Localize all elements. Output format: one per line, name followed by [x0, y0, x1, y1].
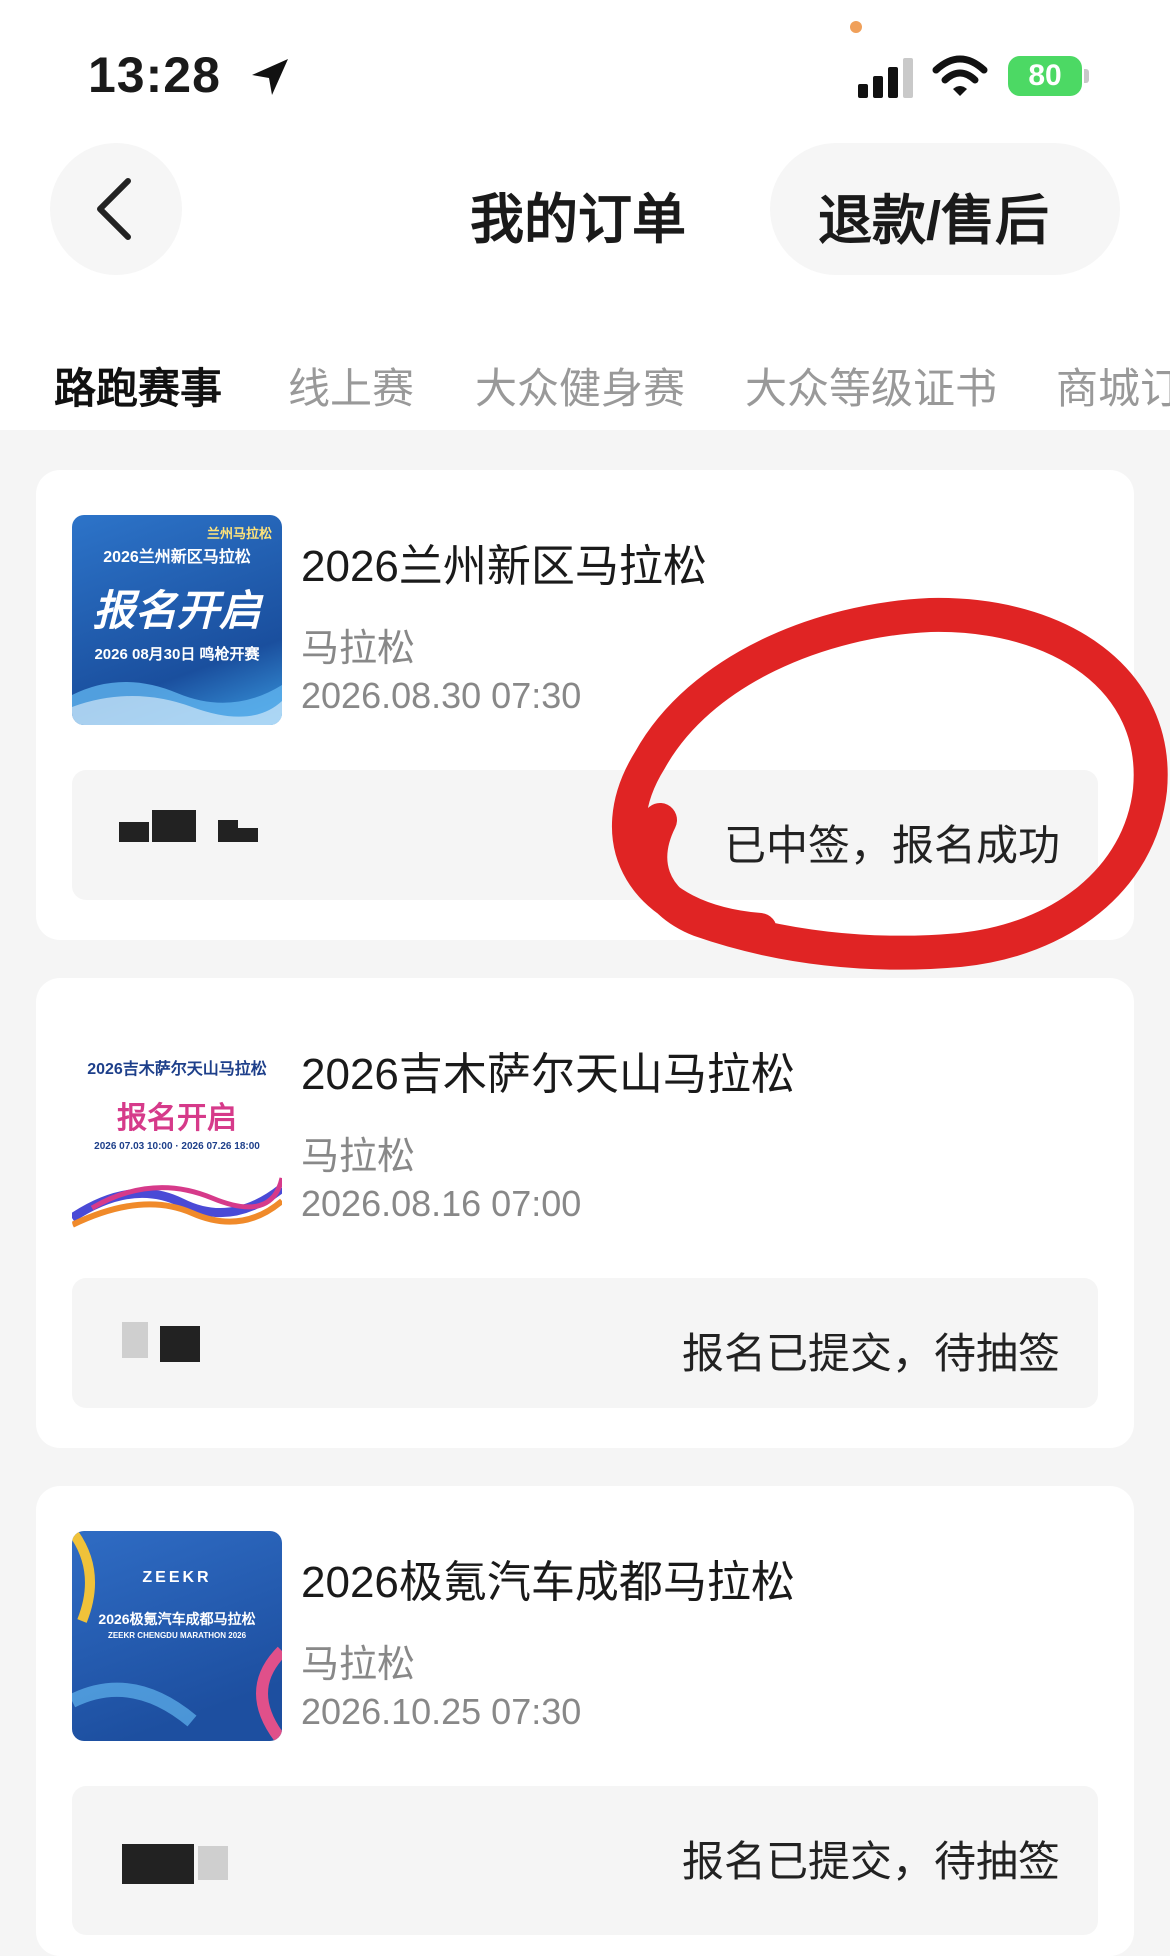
poster-heading: 2026兰州新区马拉松: [103, 549, 251, 566]
location-arrow-icon: [252, 59, 288, 95]
event-title: 2026吉木萨尔天山马拉松: [301, 1050, 795, 1099]
page-title: 我的订单: [470, 190, 686, 250]
tab-public-fitness[interactable]: 大众健身赛: [475, 355, 685, 416]
poster-sub-text: 2026 07.03 10:00 · 2026 07.26 18:00: [94, 1141, 260, 1152]
event-poster-image: 兰州马拉松 2026兰州新区马拉松 报名开启 2026 08月30日 鸣枪开赛: [72, 515, 282, 725]
redacted-name: [122, 1322, 148, 1358]
event-date: 2026.10.25 07:30: [301, 1691, 582, 1732]
poster-heading: 2026极氪汽车成都马拉松: [98, 1611, 256, 1627]
order-status-bar: 已中签，报名成功: [72, 770, 1098, 900]
poster-brand: 兰州马拉松: [206, 526, 272, 541]
event-date: 2026.08.16 07:00: [301, 1183, 582, 1224]
status-time: 13:28: [88, 47, 221, 103]
poster-sub-text: ZEEKR CHENGDU MARATHON 2026: [107, 1631, 247, 1640]
event-date: 2026.08.30 07:30: [301, 675, 582, 716]
refund-button-label: 退款/售后: [818, 191, 1050, 251]
poster-main-text: 报名开启: [117, 1102, 237, 1135]
event-poster-image: ZEEKR 2026极氪汽车成都马拉松 ZEEKR CHENGDU MARATH…: [72, 1531, 282, 1741]
event-title: 2026极氪汽车成都马拉松: [301, 1558, 795, 1607]
battery-nub: [1084, 69, 1089, 83]
tab-online-race[interactable]: 线上赛: [288, 355, 414, 416]
redacted-name: [119, 822, 149, 842]
poster-main-text: 报名开启: [92, 587, 261, 634]
order-status-text: 报名已提交，待抽签: [681, 1838, 1060, 1885]
redacted-name: [122, 1844, 194, 1884]
event-type: 马拉松: [301, 1136, 416, 1178]
redacted-name: [152, 810, 196, 842]
event-type: 马拉松: [301, 1644, 416, 1686]
cellular-signal-icon: [858, 58, 913, 98]
poster-brand: ZEEKR: [142, 1569, 212, 1586]
tab-mall-orders[interactable]: 商城订: [1056, 355, 1170, 416]
order-status-bar: 报名已提交，待抽签: [72, 1278, 1098, 1408]
order-status-text: 报名已提交，待抽签: [681, 1330, 1060, 1377]
wifi-icon: [932, 55, 988, 96]
tab-road-running[interactable]: 路跑赛事: [54, 355, 222, 416]
order-status-text: 已中签，报名成功: [723, 822, 1060, 869]
chevron-left-icon: [97, 178, 131, 240]
battery-icon: 80: [1008, 56, 1090, 98]
event-type: 马拉松: [301, 628, 416, 670]
privacy-indicator-dot: [850, 21, 862, 33]
poster-heading: 2026吉木萨尔天山马拉松: [87, 1061, 267, 1078]
order-card[interactable]: 2026吉木萨尔天山马拉松 报名开启 2026 07.03 10:00 · 20…: [36, 978, 1134, 1448]
event-poster-image: 2026吉木萨尔天山马拉松 报名开启 2026 07.03 10:00 · 20…: [72, 1023, 282, 1233]
order-card[interactable]: 兰州马拉松 2026兰州新区马拉松 报名开启 2026 08月30日 鸣枪开赛 …: [36, 470, 1134, 940]
back-button[interactable]: [50, 143, 182, 275]
poster-wave-graphic: [72, 681, 282, 725]
redacted-name: [238, 828, 258, 842]
poster-ribbon-graphic: [72, 1177, 282, 1228]
refund-aftersales-button[interactable]: 退款/售后: [770, 143, 1120, 275]
redacted-name: [160, 1326, 200, 1362]
category-tabs: 路跑赛事 线上赛 大众健身赛 大众等级证书 商城订: [0, 355, 1170, 415]
order-card[interactable]: ZEEKR 2026极氪汽车成都马拉松 ZEEKR CHENGDU MARATH…: [36, 1486, 1134, 1956]
tab-level-certificate[interactable]: 大众等级证书: [745, 355, 997, 416]
redacted-name: [198, 1846, 228, 1880]
poster-sub-text: 2026 08月30日 鸣枪开赛: [94, 646, 260, 663]
battery-level: 80: [1008, 56, 1082, 96]
event-title: 2026兰州新区马拉松: [301, 542, 707, 591]
redacted-name: [218, 820, 238, 842]
order-status-bar: 报名已提交，待抽签: [72, 1786, 1098, 1935]
top-header-area: 13:28 80 我的订单 退款/售后 路跑赛事 线上赛 大众健身赛 大众等级证…: [0, 0, 1170, 430]
